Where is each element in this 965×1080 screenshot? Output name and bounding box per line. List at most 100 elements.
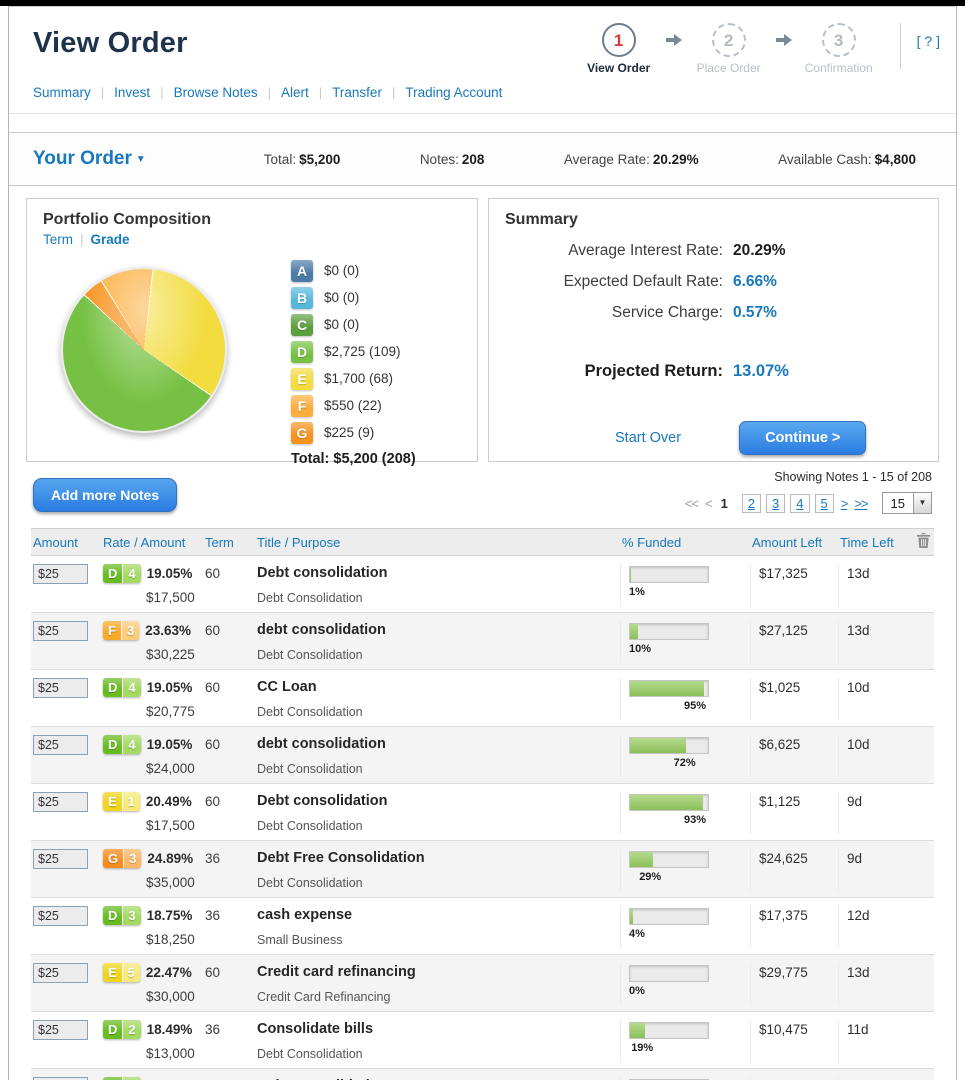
invest-amount-input[interactable]	[33, 849, 88, 869]
funded-progress-bar	[629, 908, 709, 925]
nav-item-transfer[interactable]: Transfer	[332, 85, 382, 100]
your-order-dropdown[interactable]: Your Order▼	[33, 148, 146, 170]
step-1-label: View Order	[580, 61, 658, 75]
funded-percent-label: 19%	[631, 1042, 750, 1054]
term-cell: 60	[203, 963, 255, 1005]
column-rate-amount[interactable]: Rate / Amount	[101, 535, 203, 550]
summary-row: Service Charge: 0.57%	[505, 304, 922, 322]
step-confirmation: 3 Confirmation	[800, 23, 878, 75]
title-purpose-cell: Debt Free Consolidation Debt Consolidati…	[255, 849, 620, 891]
interest-rate: 19.05%	[147, 566, 193, 581]
rate-amount-cell: E5 22.47% $30,000	[101, 963, 203, 1005]
grade-badge-b: B	[291, 287, 313, 309]
step-1-circle: 1	[602, 23, 636, 57]
invest-amount-input[interactable]	[33, 906, 88, 926]
step-arrow-icon	[666, 34, 682, 49]
column-funded[interactable]: % Funded	[620, 535, 750, 550]
column-term[interactable]: Term	[203, 535, 255, 550]
legend-item-text: $2,725 (109)	[324, 344, 401, 359]
help-link[interactable]: [ ? ]	[917, 33, 940, 49]
note-title: Debt consolidation	[257, 792, 620, 809]
nav-separator: |	[319, 85, 322, 100]
projected-return-row: Projected Return: 13.07%	[505, 362, 922, 381]
funded-progress-fill	[630, 795, 703, 810]
legend-item-text: $225 (9)	[324, 425, 374, 440]
legend-item: E $1,700 (68)	[291, 367, 461, 390]
summary-row-value: 20.29%	[733, 242, 786, 260]
column-time-left[interactable]: Time Left	[838, 535, 904, 550]
pager-page-3[interactable]: 3	[766, 494, 785, 513]
amount-left-cell: $1,125	[750, 792, 838, 834]
amount-left-cell: $17,375	[750, 906, 838, 948]
pager-page-5[interactable]: 5	[815, 494, 834, 513]
legend-item-text: $0 (0)	[324, 317, 359, 332]
nav-item-invest[interactable]: Invest	[114, 85, 150, 100]
grade-badge-f3: F3	[103, 621, 139, 640]
funded-progress-fill	[630, 1023, 645, 1038]
portfolio-body: A $0 (0) B $0 (0) C $0 (0) D $2,725 (109…	[43, 247, 461, 467]
rate-amount-cell: F3 23.63% $30,225	[101, 621, 203, 663]
invest-amount-input[interactable]	[33, 792, 88, 812]
portfolio-tabs: Term|Grade	[43, 232, 461, 247]
pager-last[interactable]: >>	[854, 496, 867, 511]
notes-table-body: D4 19.05% $17,500 60 Debt consolidation …	[31, 556, 934, 1080]
funded-progress-bar	[629, 737, 709, 754]
note-row: D4 19.05% $24,000 60 debt consolidation …	[31, 727, 934, 784]
loan-amount: $17,500	[103, 590, 203, 605]
grade-badge-g3: G3	[103, 849, 141, 868]
summary-panel: Summary Average Interest Rate: 20.29% Ex…	[488, 198, 939, 462]
tab-term[interactable]: Term	[43, 232, 73, 247]
add-more-notes-button[interactable]: Add more Notes	[33, 478, 177, 512]
nav-separator: |	[101, 85, 104, 100]
page-size-select[interactable]: 15 ▼	[882, 492, 932, 514]
invest-amount-input[interactable]	[33, 678, 88, 698]
nav-item-browse-notes[interactable]: Browse Notes	[174, 85, 258, 100]
column-amount-left[interactable]: Amount Left	[750, 535, 838, 550]
nav-item-summary[interactable]: Summary	[33, 85, 91, 100]
column-amount[interactable]: Amount	[31, 535, 101, 550]
pager-first[interactable]: <<	[685, 496, 698, 511]
amount-cell	[31, 963, 101, 1005]
funded-progress-fill	[630, 624, 638, 639]
pager-page-2[interactable]: 2	[742, 494, 761, 513]
invest-amount-input[interactable]	[33, 621, 88, 641]
funded-progress-bar	[629, 851, 709, 868]
note-purpose: Debt Consolidation	[257, 1047, 620, 1061]
nav-item-trading-account[interactable]: Trading Account	[405, 85, 502, 100]
grade-badge-c: C	[291, 314, 313, 336]
invest-amount-input[interactable]	[33, 963, 88, 983]
funded-cell: 0%	[620, 963, 750, 1005]
delete-notes-icon[interactable]	[904, 533, 934, 551]
pager-current-page: 1	[719, 496, 730, 511]
title-purpose-cell: Debt consolidation Debt Consolidation	[255, 792, 620, 834]
pager-page-4[interactable]: 4	[790, 494, 809, 513]
chevron-down-icon: ▼	[136, 154, 146, 165]
page-header: View Order 1 View Order 2 Place Order 3 …	[9, 7, 956, 79]
title-purpose-cell: CC Loan Debt Consolidation	[255, 678, 620, 720]
step-2-label: Place Order	[690, 61, 768, 75]
legend-item: D $2,725 (109)	[291, 340, 461, 363]
amount-left-cell: $29,775	[750, 963, 838, 1005]
start-over-link[interactable]: Start Over	[615, 430, 681, 446]
amount-left-cell: $1,025	[750, 678, 838, 720]
notes-toolbar: Add more Notes Showing Notes 1 - 15 of 2…	[33, 468, 932, 528]
pager-next[interactable]: >	[841, 496, 848, 511]
pie-legend: A $0 (0) B $0 (0) C $0 (0) D $2,725 (109…	[291, 259, 461, 467]
invest-amount-input[interactable]	[33, 735, 88, 755]
note-purpose: Debt Consolidation	[257, 705, 620, 719]
pager-prev[interactable]: <	[705, 496, 712, 511]
loan-amount: $35,000	[103, 875, 203, 890]
continue-button[interactable]: Continue >	[739, 421, 866, 455]
note-title: Credit card refinancing	[257, 963, 620, 980]
nav-item-alert[interactable]: Alert	[281, 85, 309, 100]
time-left-cell: 9d	[838, 849, 904, 891]
column-title-purpose[interactable]: Title / Purpose	[255, 535, 620, 550]
time-left-cell: 12d	[838, 906, 904, 948]
tab-grade[interactable]: Grade	[91, 232, 130, 247]
invest-amount-input[interactable]	[33, 564, 88, 584]
funded-cell: 95%	[620, 678, 750, 720]
time-left-cell: 10d	[838, 678, 904, 720]
order-bar: Your Order▼ Total:$5,200Notes:208Average…	[9, 132, 956, 186]
invest-amount-input[interactable]	[33, 1020, 88, 1040]
note-row: D2 18.49% $13,000 36 Consolidate bills D…	[31, 1012, 934, 1069]
